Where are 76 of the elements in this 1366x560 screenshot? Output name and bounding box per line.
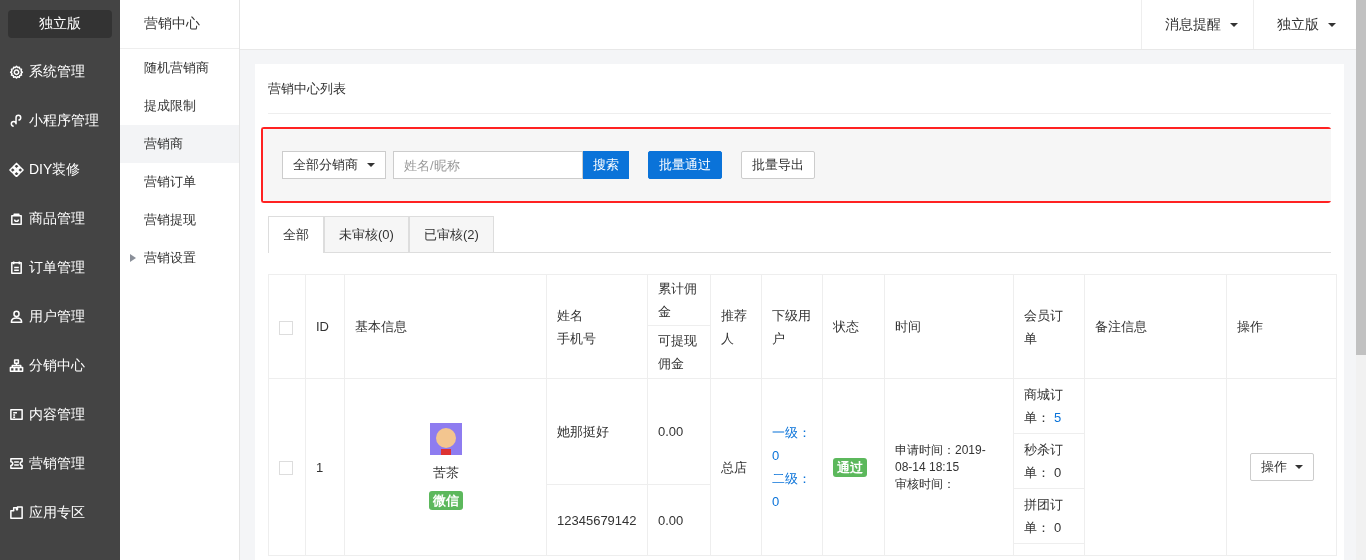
menu-item-icon [9,456,24,471]
search-button[interactable]: 搜索 [583,151,629,179]
header-dropdown[interactable]: 消息提醒 [1141,0,1253,49]
column-header: 姓名 [557,306,584,325]
table-cell: 0.00 [658,424,684,439]
select-all-checkbox[interactable] [279,320,293,335]
submenu-item[interactable]: 提成限制 [120,87,239,125]
sidebar-item[interactable]: 商品管理 [0,194,120,243]
order-count: 秒杀订单： 0 [1014,434,1084,489]
sidebar-item[interactable]: 营销管理 [0,439,120,488]
row-checkbox[interactable] [279,461,293,476]
column-header: 下级用户 [772,307,811,346]
search-field[interactable]: 姓名/昵称 [393,151,583,179]
menu-item-icon [9,505,24,520]
status-tab[interactable]: 未审核(0) [324,216,409,252]
sidebar-item[interactable]: 订单管理 [0,243,120,292]
column-header: 状态 [833,319,859,334]
status-badge: 通过 [833,457,867,477]
table-cell: 她那挺好 [557,424,609,439]
sidebar-item[interactable]: 小程序管理 [0,96,120,145]
subordinate-link[interactable]: 二级：0 [772,467,812,513]
scrollbar[interactable] [1356,0,1366,560]
batch-button[interactable]: 批量通过 [648,151,722,179]
status-tab[interactable]: 已审核(2) [408,216,494,252]
sidebar-item[interactable]: 用户管理 [0,292,120,341]
status-tab[interactable]: 全部 [268,216,324,253]
column-header: 操作 [1237,319,1263,334]
apply-time: 申请时间：2019-08-14 18:15 [895,441,987,476]
menu-item-icon [9,309,24,324]
caret-icon [367,163,375,167]
menu-item-icon [9,260,24,275]
sidebar-item[interactable]: 分销中心 [0,341,120,390]
sidebar-item[interactable]: 系统管理 [0,47,120,96]
table-cell: 总店 [721,459,747,475]
table-cell: 0.00 [658,512,684,528]
menu-item-icon [9,358,24,373]
menu-item-icon [9,162,24,177]
sidebar-item[interactable]: DIY装修 [0,145,120,194]
column-header: 会员订单 [1024,307,1063,346]
table-cell: 1 [316,459,324,475]
column-header: 累计佣金 [658,281,697,319]
submenu-item[interactable]: 营销商 [120,125,239,163]
order-count: 商城订单： 5 [1014,379,1084,434]
column-header: 时间 [895,319,921,334]
menu-item-icon [9,64,24,79]
distributor-dropdown[interactable]: 全部分销商 [282,151,386,179]
table-cell: 12345679142 [557,512,637,528]
submenu-item[interactable]: 随机营销商 [120,49,239,87]
subordinate-link[interactable]: 一级：0 [772,421,812,467]
order-count: 拼团订单： 0 [1014,489,1084,544]
caret-icon [1230,22,1238,27]
column-header: 推荐人 [721,307,747,346]
nickname: 苦茶 [431,463,460,482]
sidebar-item[interactable]: 内容管理 [0,390,120,439]
batch-button[interactable]: 批量导出 [741,151,815,179]
submenu-item[interactable]: 营销订单 [120,163,239,201]
menu-item-icon [9,211,24,226]
caret-icon [1328,22,1336,27]
submenu-title: 营销中心 [120,0,239,49]
caret-icon [1294,465,1303,469]
column-header: 可提现佣金 [658,333,697,371]
column-header: 备注信息 [1095,319,1147,334]
sidebar-item[interactable]: 应用专区 [0,488,120,537]
avatar-image [429,422,462,455]
submenu-item[interactable]: 营销设置 [120,239,239,277]
column-header: 基本信息 [355,319,407,334]
card-title: 营销中心列表 [268,64,1331,114]
menu-item-icon [9,113,24,128]
column-header: ID [316,319,329,334]
menu-item-icon [9,407,24,422]
submenu-item[interactable]: 营销提现 [120,201,239,239]
action-dropdown[interactable]: 操作 [1249,453,1314,481]
audit-time: 审核时间： [895,475,956,493]
source-badge: 微信 [428,490,463,510]
column-header: 手机号 [557,329,597,348]
brand-label[interactable]: 独立版 [8,10,112,38]
